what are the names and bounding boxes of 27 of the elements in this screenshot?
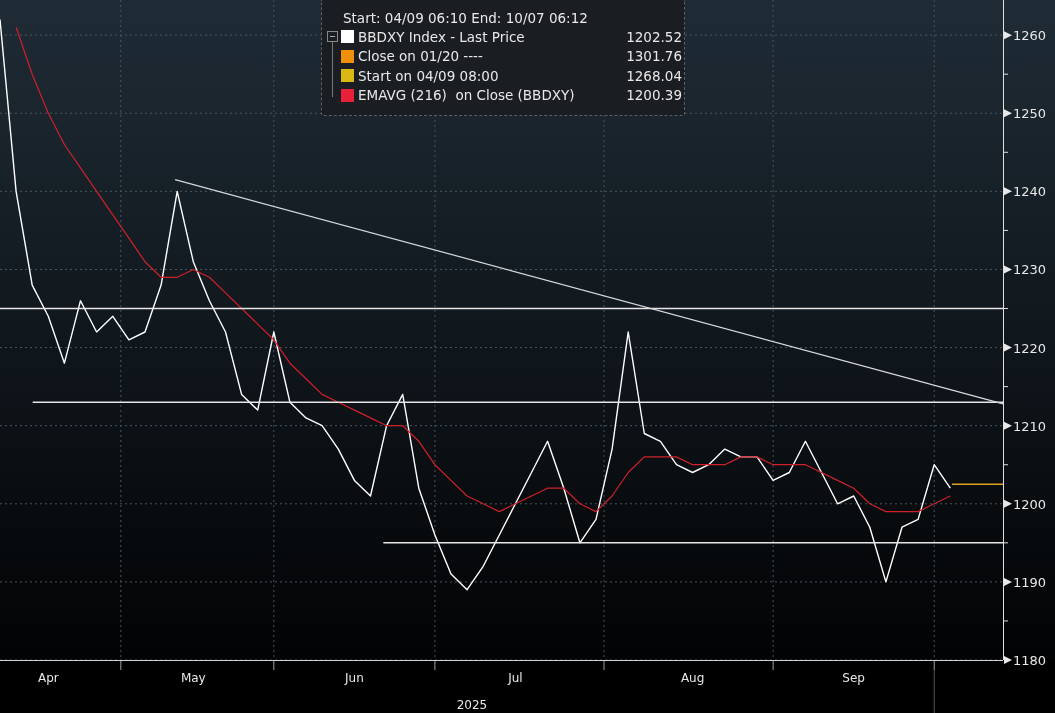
date-range-text: Start: 04/09 06:10 End: 10/07 06:12: [342, 9, 589, 27]
x-axis-label: Jun: [345, 671, 364, 685]
y-axis-label: 1210: [1013, 418, 1047, 434]
y-axis-label: 1240: [1013, 184, 1047, 200]
x-axis-label: Aug: [680, 671, 705, 685]
legend-value: 1301.76: [626, 48, 682, 65]
x-axis-label: May: [180, 671, 206, 685]
x-axis-label: Sep: [842, 671, 865, 685]
y-axis-label: 1260: [1013, 28, 1047, 44]
legend-value: 1202.52: [626, 28, 682, 45]
y-axis-label: 1200: [1013, 496, 1047, 512]
y-axis-label: 1180: [1013, 653, 1047, 668]
legend-label: EMAVG (216) on Close (BBDXY): [358, 87, 576, 104]
y-axis-label: 1250: [1013, 106, 1047, 122]
y-axis-label: 1230: [1013, 262, 1047, 278]
legend-label: Close on 01/20 ----: [358, 48, 484, 65]
year-label: 2025: [456, 698, 488, 712]
last-price-line: [951, 483, 1004, 485]
x-axis-label: Apr: [37, 671, 59, 685]
legend-value: 1200.39: [626, 87, 682, 104]
collapse-icon[interactable]: [327, 31, 338, 42]
y-axis-label: 1220: [1013, 340, 1047, 356]
x-axis-label: Jul: [508, 671, 523, 685]
legend-label: BBDXY Index - Last Price: [358, 28, 526, 45]
y-axis-label: 1190: [1013, 574, 1047, 590]
legend-value: 1268.04: [626, 67, 682, 84]
legend-label: Start on 04/09 08:00: [358, 67, 500, 84]
